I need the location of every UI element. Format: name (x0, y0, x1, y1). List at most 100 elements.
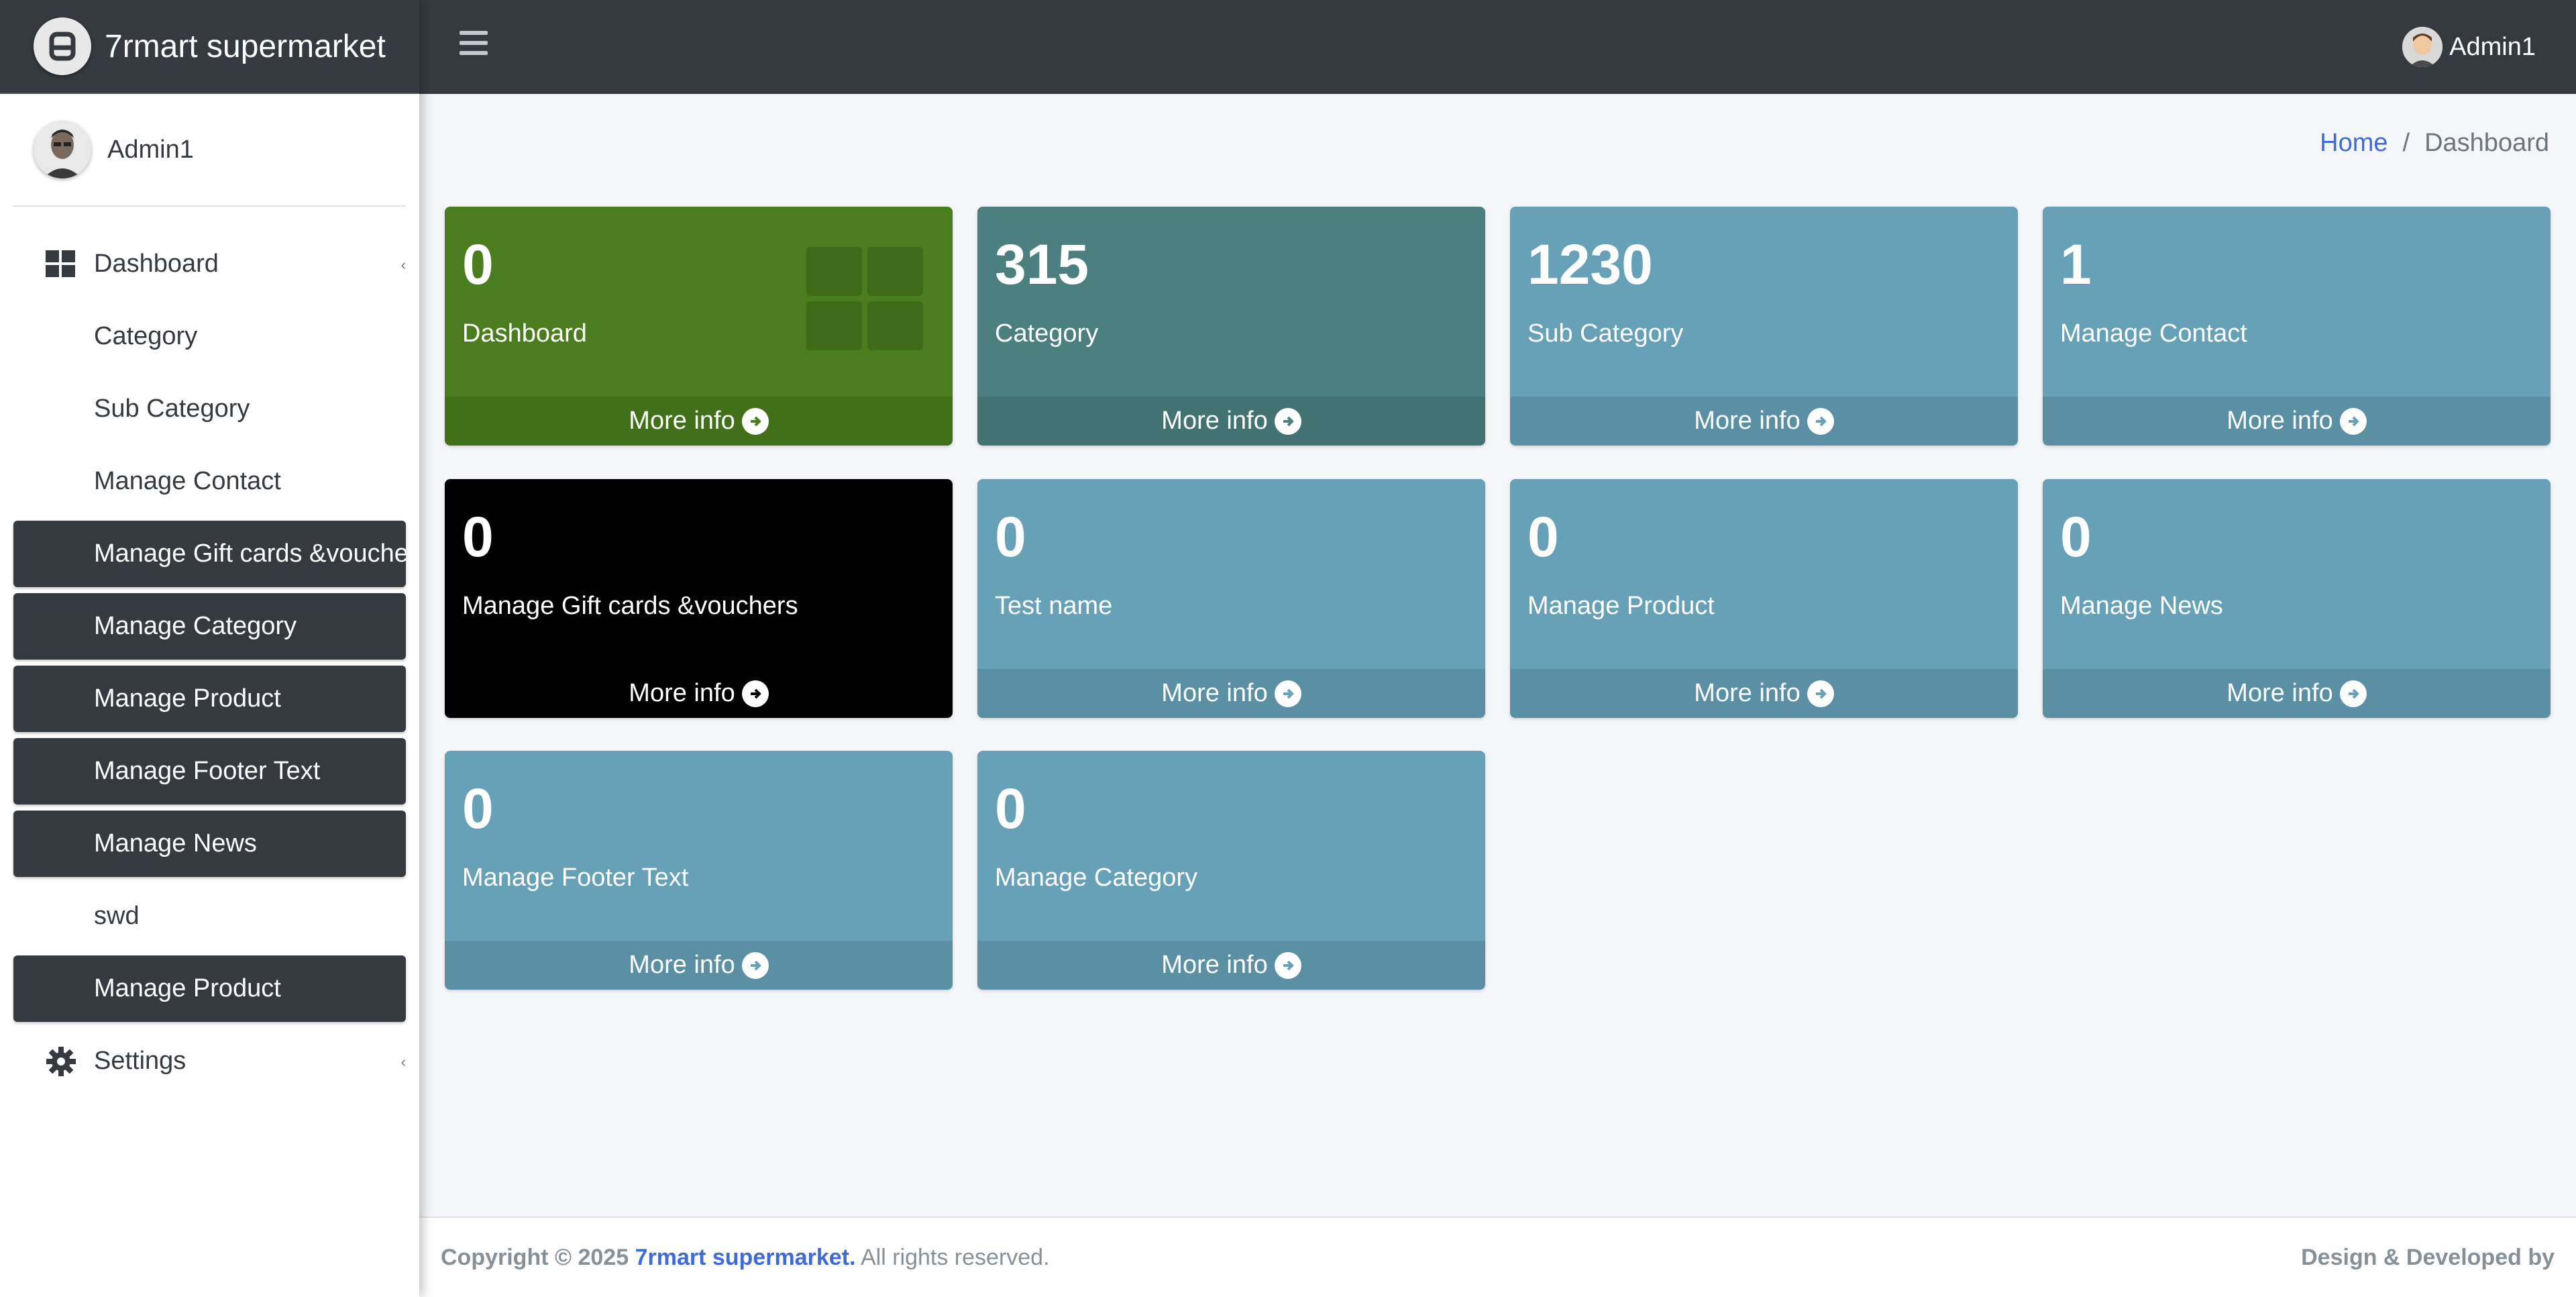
sidebar-item-sub-category[interactable]: Sub Category (13, 376, 406, 442)
stat-value: 0 (462, 777, 494, 840)
more-info-link[interactable]: More info (977, 397, 1485, 446)
more-info-label: More info (629, 407, 735, 435)
breadcrumb-home-link[interactable]: Home (2320, 129, 2387, 158)
arrow-circle-right-icon (1274, 680, 1301, 707)
stat-value: 0 (1527, 505, 1559, 568)
stat-label: Manage Contact (2060, 319, 2247, 348)
more-info-link[interactable]: More info (977, 669, 1485, 718)
gear-icon (44, 1045, 78, 1078)
stat-card-manage-gift-cards: 0 Manage Gift cards &vouchers More info (445, 479, 953, 718)
top-user-menu[interactable]: Admin1 (2402, 27, 2536, 67)
brand-link[interactable]: 7rmart supermarket (0, 0, 419, 94)
sidebar-item-swd[interactable]: swd (13, 883, 406, 949)
sidebar-item-manage-category[interactable]: Manage Category (13, 593, 406, 660)
sidebar-item-label: swd (94, 902, 140, 930)
more-info-link[interactable]: More info (2043, 669, 2551, 718)
stat-label: Manage Product (1527, 592, 1715, 620)
sidebar-item-manage-gift-cards[interactable]: Manage Gift cards &vouchers (13, 521, 406, 587)
stat-card-manage-product: 0 Manage Product More info (1510, 479, 2018, 718)
footer-company-link[interactable]: 7rmart supermarket. (635, 1245, 856, 1270)
sidebar-item-manage-footer-text[interactable]: Manage Footer Text (13, 738, 406, 805)
more-info-link[interactable]: More info (1510, 397, 2018, 446)
stat-value: 0 (2060, 505, 2092, 568)
more-info-link[interactable]: More info (1510, 669, 2018, 718)
stat-card-manage-news: 0 Manage News More info (2043, 479, 2551, 718)
stat-card-category: 315 Category More info (977, 207, 1485, 446)
sidebar-item-settings[interactable]: Settings ‹ (13, 1028, 406, 1094)
more-info-label: More info (1694, 679, 1801, 707)
more-info-label: More info (1161, 951, 1268, 979)
brand-logo-icon (34, 17, 91, 75)
stat-value: 0 (462, 233, 494, 296)
arrow-circle-right-icon (2339, 680, 2367, 707)
stat-value: 0 (995, 777, 1026, 840)
sidebar-item-category[interactable]: Category (13, 303, 406, 370)
sidebar-item-label: Sub Category (94, 395, 250, 423)
more-info-label: More info (629, 951, 735, 979)
page-footer: Copyright © 2025 7rmart supermarket. All… (419, 1216, 2576, 1297)
more-info-link[interactable]: More info (977, 941, 1485, 990)
footer-copyright: Copyright © 2025 7rmart supermarket. All… (441, 1245, 1050, 1271)
stat-value: 1 (2060, 233, 2092, 296)
sidebar-item-manage-product-2[interactable]: Manage Product (13, 955, 406, 1022)
sidebar-item-dashboard[interactable]: Dashboard ‹ (13, 231, 406, 297)
more-info-label: More info (1161, 407, 1268, 435)
dashboard-grid-icon (44, 248, 78, 281)
sidebar-item-label: Manage News (94, 829, 257, 858)
top-user-name: Admin1 (2449, 32, 2536, 61)
sidebar-item-manage-contact[interactable]: Manage Contact (13, 448, 406, 515)
stat-card-sub-category: 1230 Sub Category More info (1510, 207, 2018, 446)
more-info-label: More info (2226, 679, 2333, 707)
footer-rights-text: All rights reserved. (860, 1245, 1050, 1270)
stat-value: 315 (995, 233, 1089, 296)
stat-label: Dashboard (462, 319, 587, 348)
user-avatar (2402, 27, 2443, 67)
sidebar-item-label: Manage Footer Text (94, 757, 321, 785)
more-info-link[interactable]: More info (2043, 397, 2551, 446)
stat-card-dashboard: 0 Dashboard More info (445, 207, 953, 446)
stat-label: Manage Gift cards &vouchers (462, 592, 798, 620)
more-info-label: More info (1161, 679, 1268, 707)
stat-label: Test name (995, 592, 1113, 620)
stat-label: Manage Category (995, 864, 1198, 892)
sidebar-item-label: Manage Product (94, 684, 281, 713)
stat-label: Category (995, 319, 1099, 348)
hamburger-menu-icon[interactable] (460, 31, 488, 59)
sidebar-item-label: Dashboard (94, 250, 219, 278)
more-info-link[interactable]: More info (445, 669, 953, 718)
arrow-circle-right-icon (1274, 407, 1301, 435)
sidebar-item-manage-news[interactable]: Manage News (13, 811, 406, 877)
sidebar-item-label: Manage Category (94, 612, 297, 640)
sidebar-item-label: Category (94, 322, 198, 350)
arrow-circle-right-icon (741, 407, 769, 435)
more-info-link[interactable]: More info (445, 397, 953, 446)
arrow-circle-right-icon (1807, 407, 1834, 435)
arrow-circle-right-icon (1274, 951, 1301, 979)
breadcrumb-current: Dashboard (2424, 129, 2549, 157)
sidebar: 7rmart supermarket Admin1 Dashboard ‹ Ca… (0, 0, 419, 1297)
arrow-circle-right-icon (2339, 407, 2367, 435)
breadcrumb-separator: / (2402, 129, 2410, 157)
more-info-label: More info (2226, 407, 2333, 435)
arrow-circle-right-icon (741, 951, 769, 979)
stat-label: Sub Category (1527, 319, 1684, 348)
stat-card-manage-category: 0 Manage Category More info (977, 751, 1485, 990)
stat-card-manage-footer-text: 0 Manage Footer Text More info (445, 751, 953, 990)
stat-value: 0 (462, 505, 494, 568)
more-info-label: More info (629, 679, 735, 707)
chevron-left-icon: ‹ (400, 256, 406, 273)
sidebar-item-manage-product[interactable]: Manage Product (13, 666, 406, 732)
more-info-label: More info (1694, 407, 1801, 435)
breadcrumb: Home / Dashboard (2320, 129, 2549, 158)
stat-label: Manage Footer Text (462, 864, 689, 892)
stat-value: 0 (995, 505, 1026, 568)
sidebar-user-panel[interactable]: Admin1 (13, 94, 406, 207)
sidebar-user-name: Admin1 (107, 135, 194, 164)
dashboard-grid-icon (806, 247, 927, 354)
more-info-link[interactable]: More info (445, 941, 953, 990)
sidebar-item-label: Settings (94, 1047, 186, 1075)
brand-name: 7rmart supermarket (105, 28, 386, 64)
arrow-circle-right-icon (1807, 680, 1834, 707)
footer-copyright-text: Copyright © 2025 (441, 1245, 629, 1270)
sidebar-item-label: Manage Contact (94, 467, 281, 495)
